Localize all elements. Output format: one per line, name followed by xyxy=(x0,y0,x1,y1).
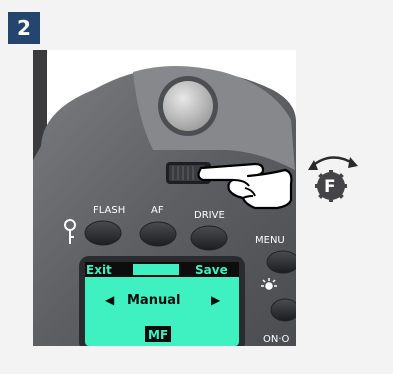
af-label: AF xyxy=(151,205,164,216)
power-label: ON·O xyxy=(263,334,290,345)
drive-button[interactable] xyxy=(190,225,228,251)
lcd-softkey-gap xyxy=(133,264,179,275)
drive-label: DRIVE xyxy=(194,210,225,221)
camera-illustration: FLASH AF DRIVE MENU ON·O Exit Save ◀ Man… xyxy=(33,50,296,346)
lcd-save-softkey[interactable]: Save xyxy=(195,263,228,277)
light-sensor-dome xyxy=(163,81,213,131)
step-number: 2 xyxy=(17,16,31,40)
flash-button[interactable] xyxy=(84,220,122,246)
step-badge: 2 xyxy=(8,12,40,44)
lcd-focus-badge: MF xyxy=(148,328,168,342)
rotate-dial-icon: F xyxy=(308,156,358,202)
lcd-left-arrow-icon: ◀ xyxy=(105,293,115,307)
af-button[interactable] xyxy=(139,221,177,247)
lcd-exit-softkey[interactable]: Exit xyxy=(86,263,112,277)
backlight-button[interactable] xyxy=(270,298,296,322)
figure-frame: 2 FLASH AF DRIVE MENU ON·O Exit Save ◀ M… xyxy=(0,0,393,374)
flash-label: FLASH xyxy=(93,205,125,216)
camera-photo: FLASH AF DRIVE MENU ON·O Exit Save ◀ Man… xyxy=(33,50,296,346)
menu-label: MENU xyxy=(255,235,285,246)
menu-button[interactable] xyxy=(266,250,296,274)
lcd-right-arrow-icon: ▶ xyxy=(211,293,221,307)
lcd-mode-value: Manual xyxy=(127,293,180,308)
gear-icon: F xyxy=(315,170,347,202)
function-letter: F xyxy=(324,177,336,197)
